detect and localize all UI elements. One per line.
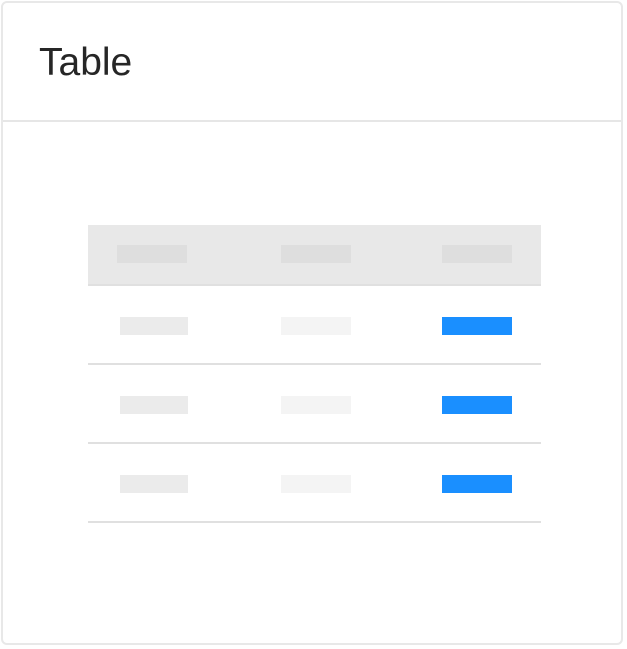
cell-placeholder [281, 475, 351, 493]
header-cell-placeholder [442, 245, 512, 263]
cell-placeholder [120, 475, 188, 493]
card-header: Table [3, 3, 621, 122]
table-header-row [88, 225, 541, 286]
table-card: Table [1, 1, 623, 645]
header-cell-placeholder [281, 245, 351, 263]
placeholder-table [88, 225, 541, 523]
cell-placeholder [281, 317, 351, 335]
table-row [88, 444, 541, 523]
table-row [88, 365, 541, 444]
accent-cell-placeholder [442, 396, 512, 414]
accent-cell-placeholder [442, 317, 512, 335]
table-row [88, 286, 541, 365]
card-title: Table [39, 41, 133, 84]
cell-placeholder [120, 396, 188, 414]
cell-placeholder [120, 317, 188, 335]
header-cell-placeholder [117, 245, 187, 263]
cell-placeholder [281, 396, 351, 414]
accent-cell-placeholder [442, 475, 512, 493]
